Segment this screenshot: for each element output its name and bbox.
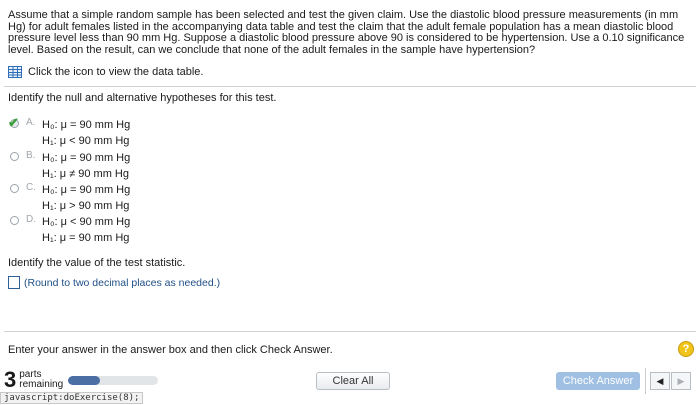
instructions-text: Enter your answer in the answer box and … — [8, 344, 333, 356]
option-c[interactable]: C. H₀: μ = 90 mm Hg H₁: μ > 90 mm Hg — [8, 182, 130, 214]
progress-bar — [68, 376, 158, 385]
status-bar-url: javascript:doExercise(8); — [0, 392, 144, 404]
question-hypotheses: Identify the null and alternative hypoth… — [8, 92, 277, 104]
radio-icon[interactable] — [10, 152, 19, 161]
option-d-null-hypothesis: H₀: μ < 90 mm Hg — [42, 216, 131, 228]
table-icon[interactable] — [8, 66, 22, 78]
next-arrow-icon[interactable]: ▶ — [671, 372, 691, 390]
divider — [645, 368, 646, 394]
divider — [4, 86, 696, 87]
option-b-alternative-hypothesis: H₁: μ ≠ 90 mm Hg — [42, 168, 129, 180]
option-d-alternative-hypothesis: H₁: μ = 90 mm Hg — [42, 232, 130, 244]
option-a-radio[interactable]: ✔ — [8, 115, 26, 131]
parts-count: 3 — [4, 367, 17, 392]
answer-row: (Round to two decimal places as needed.) — [8, 276, 220, 289]
option-d[interactable]: D. H₀: μ < 90 mm Hg H₁: μ = 90 mm Hg — [8, 214, 130, 246]
check-mark-icon: ✔ — [8, 115, 19, 130]
help-icon[interactable]: ? — [678, 341, 694, 357]
option-letter: B. — [26, 150, 36, 161]
option-letter: D. — [26, 214, 36, 225]
progress-bar-fill — [68, 376, 100, 385]
option-b-radio[interactable] — [8, 150, 26, 164]
radio-icon[interactable] — [10, 216, 19, 225]
data-table-link-label[interactable]: Click the icon to view the data table. — [28, 66, 203, 78]
divider — [4, 331, 696, 332]
previous-arrow-icon[interactable]: ◀ — [650, 372, 670, 390]
clear-all-button[interactable]: Clear All — [316, 372, 390, 390]
option-b[interactable]: B. H₀: μ = 90 mm Hg H₁: μ ≠ 90 mm Hg — [8, 150, 130, 182]
problem-statement: Assume that a simple random sample has b… — [8, 9, 685, 56]
option-a-null-hypothesis: H₀: μ = 90 mm Hg — [42, 119, 131, 131]
rounding-hint: (Round to two decimal places as needed.) — [24, 276, 221, 289]
question-test-statistic: Identify the value of the test statistic… — [8, 257, 186, 269]
check-answer-button[interactable]: Check Answer — [556, 372, 640, 390]
option-a[interactable]: ✔ A. H₀: μ = 90 mm Hg H₁: μ < 90 mm Hg — [8, 115, 131, 149]
option-c-radio[interactable] — [8, 182, 26, 196]
option-c-alternative-hypothesis: H₁: μ > 90 mm Hg — [42, 200, 130, 212]
option-letter: A. — [26, 117, 36, 128]
option-d-radio[interactable] — [8, 214, 26, 228]
option-b-null-hypothesis: H₀: μ = 90 mm Hg — [42, 152, 131, 164]
data-table-link[interactable]: Click the icon to view the data table. — [8, 66, 203, 78]
remaining-label: remaining — [19, 379, 64, 390]
radio-icon[interactable] — [10, 184, 19, 193]
option-c-null-hypothesis: H₀: μ = 90 mm Hg — [42, 184, 131, 196]
option-letter: C. — [26, 182, 36, 193]
parts-remaining: 3 parts remaining — [4, 367, 64, 392]
answer-input[interactable] — [8, 276, 20, 289]
option-a-alternative-hypothesis: H₁: μ < 90 mm Hg — [42, 135, 130, 147]
